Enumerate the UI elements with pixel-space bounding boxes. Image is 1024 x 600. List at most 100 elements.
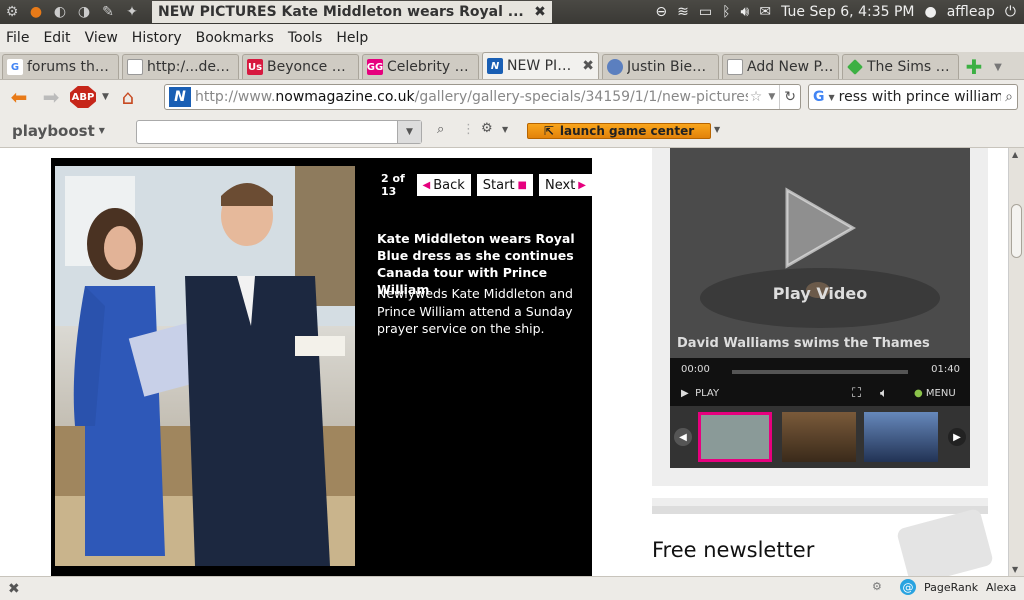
newsletter-envelope-icon [895,507,995,576]
tab-0[interactable]: Gforums that... [2,54,119,79]
google-search-engine-icon[interactable]: G [813,89,825,105]
fullscreen-icon[interactable]: ⛶ [852,386,861,401]
video-thumbnail-2[interactable] [782,412,856,462]
tab-close-icon[interactable]: ✖ [582,58,594,74]
video-thumbnail-1[interactable] [698,412,772,462]
tab-label: Justin Biebe... [627,59,714,75]
tab-5[interactable]: Justin Biebe... [602,54,719,79]
toolbar-separator: ⋮ [462,122,475,137]
menu-view[interactable]: View [85,30,118,46]
forward-arrow-icon[interactable]: ➡ [38,84,64,110]
next-button[interactable]: Next ▶ [539,174,592,196]
menu-help[interactable]: Help [336,30,368,46]
reload-icon[interactable]: ↻ [779,85,800,109]
back-button[interactable]: ◀ Back [416,174,471,196]
playboost-dropdown-icon[interactable]: ▼ [99,126,105,135]
status-at-icon[interactable]: @ [900,579,916,595]
mail-icon[interactable]: ✉ [759,4,771,20]
ubuntu-logo-icon[interactable]: ⚙ [0,0,24,24]
tab-4-active[interactable]: N NEW PIC... ✖ [482,52,599,79]
url-dropdown-icon[interactable]: ▼ [764,92,779,102]
home-icon[interactable]: ⌂ [115,84,141,110]
clock-label[interactable]: Tue Sep 6, 4:35 PM [781,4,914,20]
newsletter-title: Free newsletter [652,538,815,562]
launch-game-center-button[interactable]: ⇱ launch game center [527,123,711,139]
firefox-icon[interactable]: ● [24,0,48,24]
sidebar-divider [652,486,988,498]
start-button[interactable]: Start ■ [476,174,533,196]
gallery-photo[interactable] [55,166,355,566]
settings-dropdown-icon[interactable]: ▼ [502,125,508,134]
video-title: David Walliams swims the Thames [677,336,930,351]
playboost-input-dropdown-icon[interactable]: ▼ [397,121,421,143]
alexa-label[interactable]: Alexa [986,581,1016,594]
video-progress-bar[interactable] [732,370,908,374]
newsletter-section: Free newsletter [652,507,995,576]
menu-file[interactable]: File [6,30,29,46]
status-bar: ✖ ⚙ @ PageRank Alexa [0,576,1024,600]
settings-gear-icon[interactable]: ⚙ [481,121,493,136]
wifi-icon[interactable]: ≋ [677,4,689,20]
tab-2[interactable]: Us Beyonce Co... [242,54,359,79]
battery-icon[interactable]: ▭ [699,4,712,20]
playboost-search-input[interactable]: ▼ [136,120,422,144]
minus-circle-icon[interactable]: ⊖ [655,4,667,20]
search-icon[interactable]: ⌕ [1005,89,1017,105]
user-label[interactable]: affleap [947,4,995,20]
search-bar[interactable]: G ▼ ress with prince william ⌕ [808,84,1018,110]
volume-icon[interactable]: 🔈︎ [880,386,888,401]
user-icon: ● [924,4,937,20]
volume-icon[interactable]: 🔊︎ [741,4,750,20]
status-gear-icon[interactable]: ⚙ [872,580,882,593]
bluetooth-icon[interactable]: ᛒ [722,4,730,20]
tab-label: The Sims S... [867,59,954,75]
url-bar[interactable]: N http://www.nowmagazine.co.uk/gallery/g… [164,84,801,110]
back-arrow-icon[interactable]: ⬅ [6,84,32,110]
playboost-search-icon[interactable]: ⌕ [437,122,444,137]
tab-3[interactable]: GG Celebrity G... [362,54,479,79]
close-window-icon[interactable]: ✖ [528,1,552,23]
thumbs-left-arrow-icon[interactable]: ◀ [674,428,692,446]
menu-edit[interactable]: Edit [43,30,70,46]
power-icon[interactable]: ⏻ [1005,4,1016,20]
game-center-dropdown-icon[interactable]: ▼ [714,125,720,134]
video-player[interactable]: Play Video David Walliams swims the Tham… [670,148,970,358]
site-identity-icon[interactable]: N [169,87,191,107]
tab-6[interactable]: Add New P... [722,54,839,79]
search-input[interactable]: ress with prince william [839,89,1002,105]
video-play-button[interactable]: ▶ PLAY [681,388,719,399]
scroll-up-arrow-icon[interactable]: ▲ [1012,150,1018,159]
tab-label: http:/...dex=3 [147,59,234,75]
scroll-down-arrow-icon[interactable]: ▼ [1012,565,1018,574]
close-findbar-icon[interactable]: ✖ [8,581,20,597]
menu-tools[interactable]: Tools [288,30,323,46]
right-sidebar: Play Video David Walliams swims the Tham… [652,148,995,576]
menu-history[interactable]: History [132,30,182,46]
tab-list-chevron-icon[interactable]: ▼ [989,55,1007,79]
search-engine-dropdown-icon[interactable]: ▼ [829,93,835,102]
video-menu-button[interactable]: ● MENU [914,388,956,399]
page-scrollbar[interactable]: ▲ ▼ [1008,148,1024,576]
app-launcher-icon[interactable]: ◐ [48,0,72,24]
text-editor-icon[interactable]: ✎ [96,0,120,24]
pagerank-label[interactable]: PageRank [924,581,978,594]
video-controls: 00:00 01:40 ▶ PLAY ⛶ 🔈︎ ● MENU [670,358,970,406]
bookmark-star-icon[interactable]: ☆ [748,89,765,105]
play-video-label[interactable]: Play Video [670,284,970,303]
puzzle-icon[interactable]: ✦ [120,0,144,24]
menu-bookmarks[interactable]: Bookmarks [196,30,274,46]
thumbs-right-arrow-icon[interactable]: ▶ [948,428,966,446]
new-tab-button[interactable]: ✚ [962,55,986,79]
play-video-icon[interactable] [783,186,857,270]
tab-7[interactable]: The Sims S... [842,54,959,79]
url-text[interactable]: http://www.nowmagazine.co.uk/gallery/gal… [195,89,748,105]
menu-bar: File Edit View History Bookmarks Tools H… [0,24,1024,52]
adblock-dropdown-icon[interactable]: ▼ [102,92,109,102]
photo-gallery: 2 of 13 ◀ Back Start ■ Next ▶ Kate Middleto… [51,158,592,576]
app-launcher-icon-2[interactable]: ◑ [72,0,96,24]
video-thumbnail-3[interactable] [864,412,938,462]
scrollbar-thumb[interactable] [1011,204,1022,258]
tab-1[interactable]: http:/...dex=3 [122,54,239,79]
adblock-icon[interactable]: ABP [70,86,96,108]
playboost-logo[interactable]: playboost [12,122,95,140]
